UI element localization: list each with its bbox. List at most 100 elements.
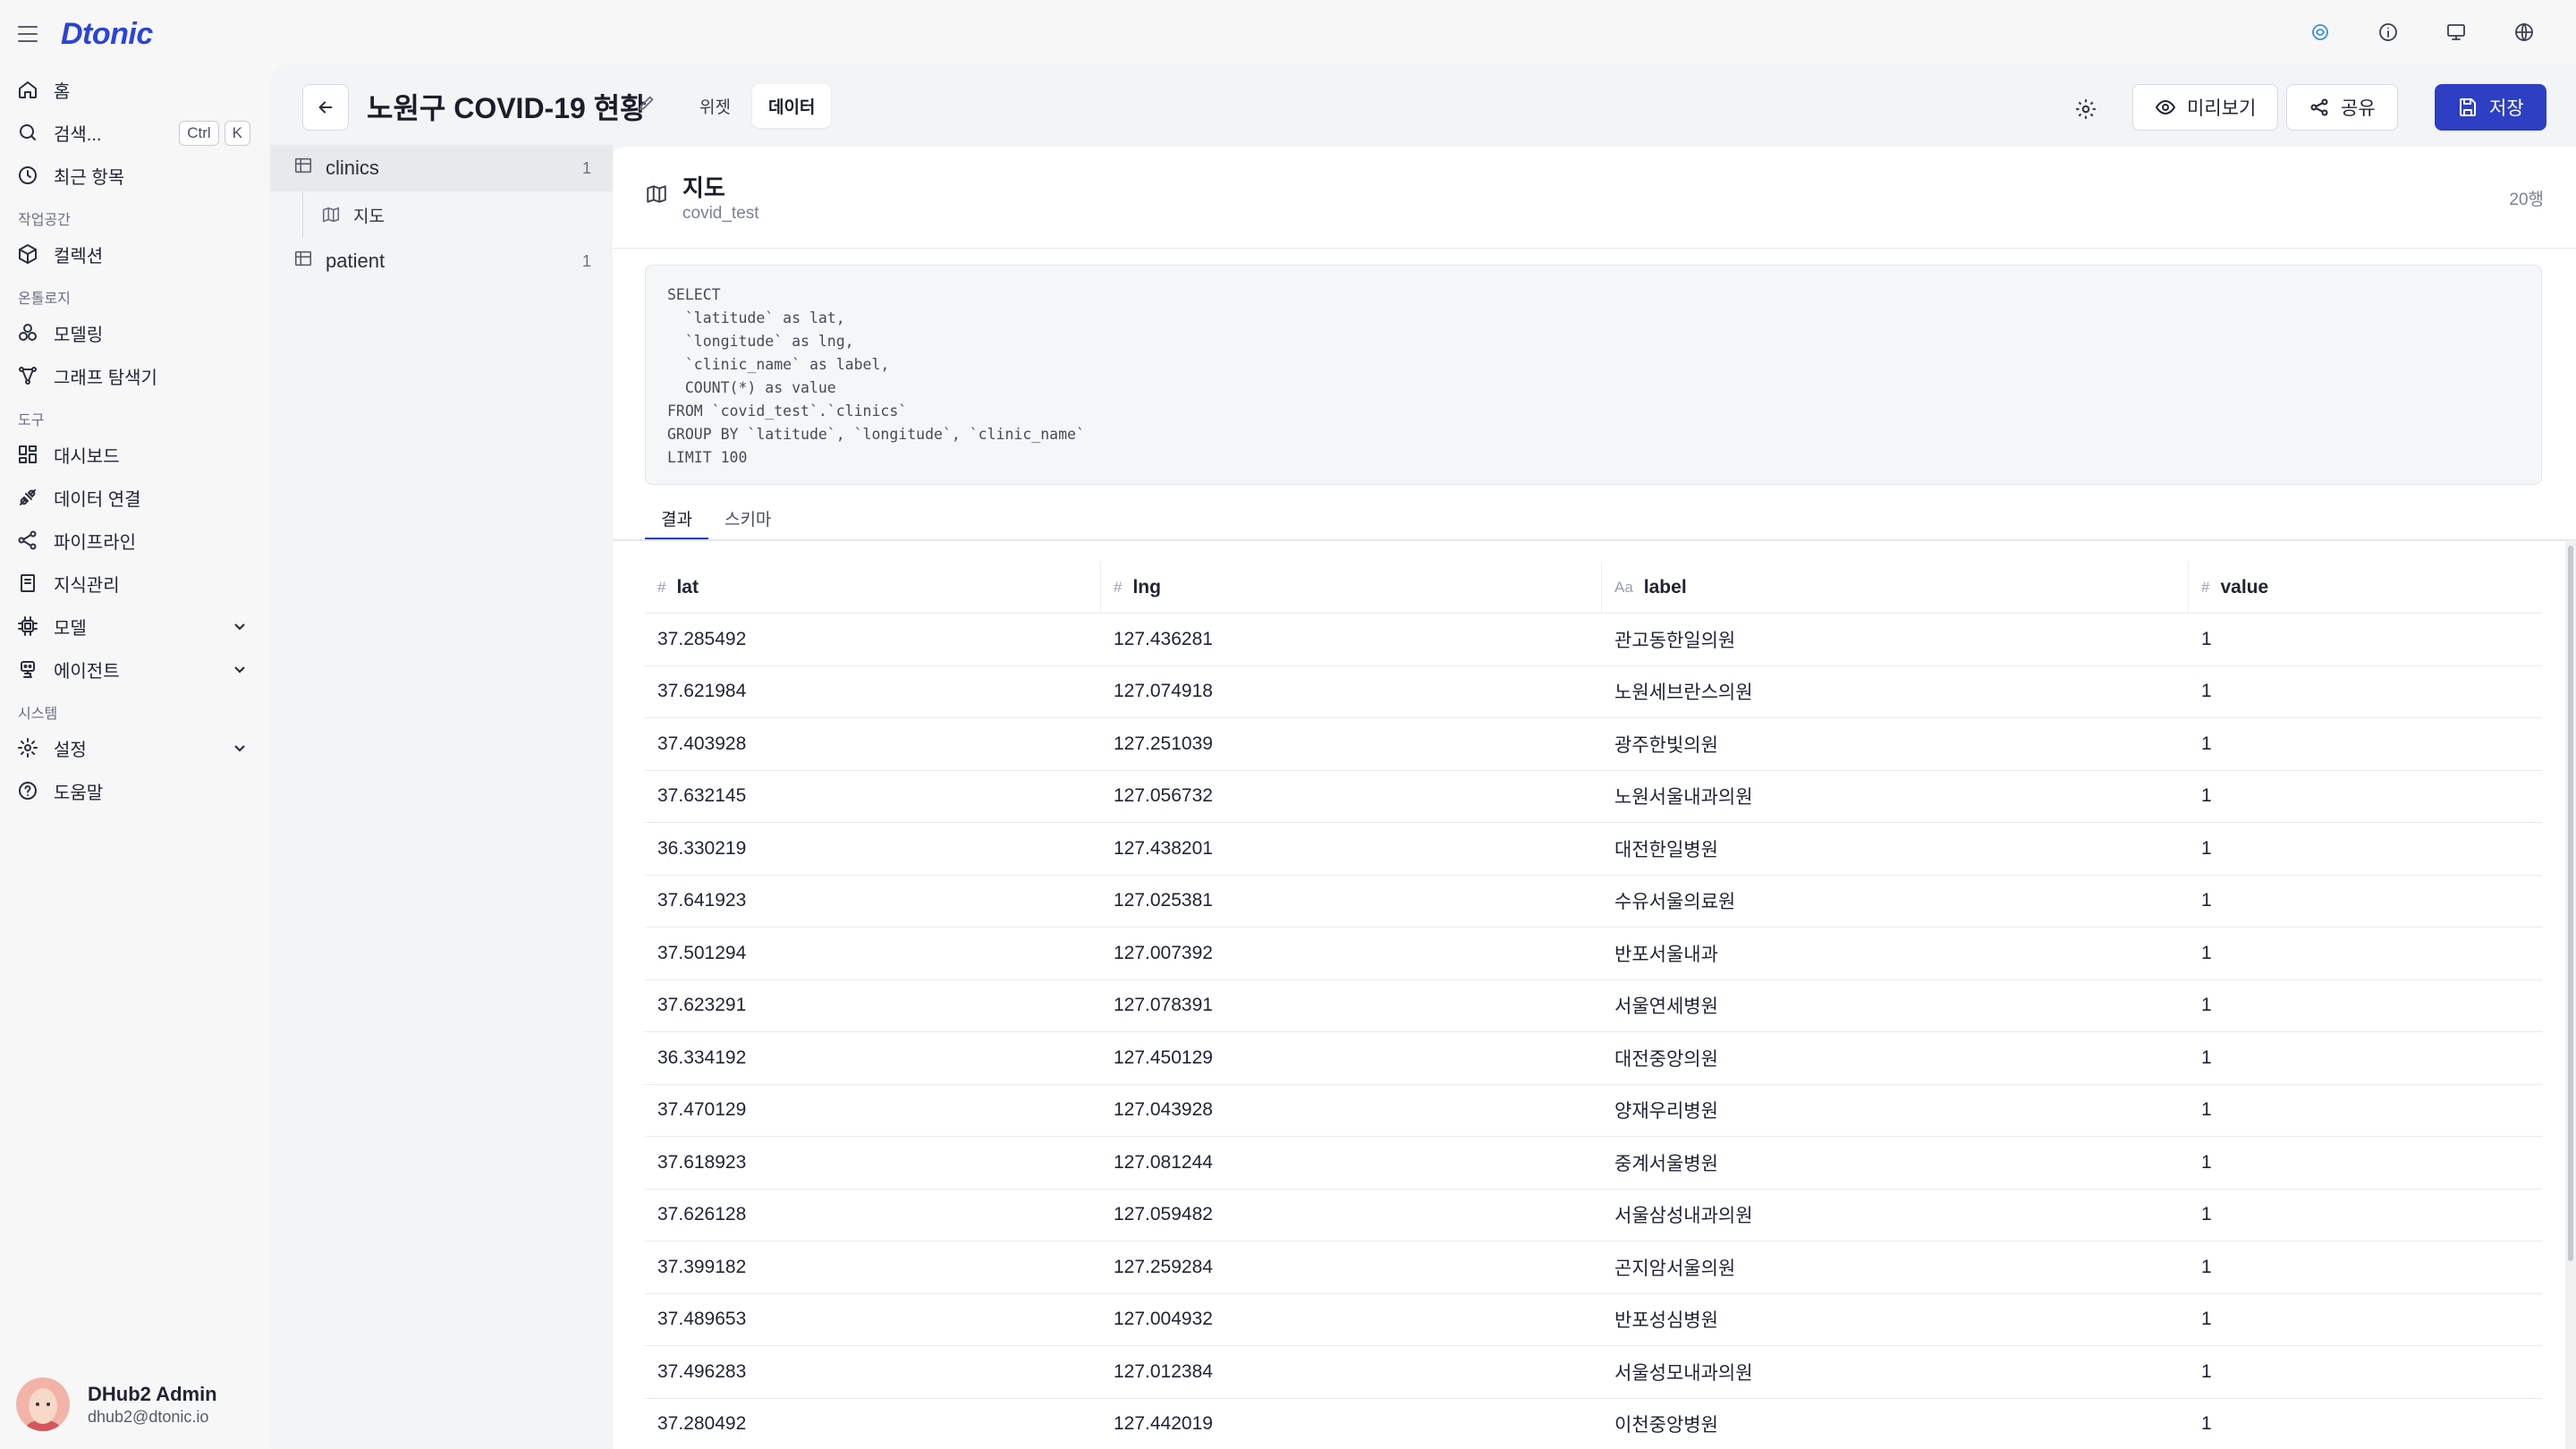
table-cell-value: 1 [2201, 1099, 2212, 1121]
table-cell-lng: 127.442019 [1114, 1413, 1213, 1435]
table-cell-lat: 36.334192 [657, 1046, 747, 1068]
avatar [16, 1377, 70, 1431]
page-title: 노원구 COVID-19 현황 [367, 92, 647, 124]
table-body: 37.285492 127.436281 관고동한일의원 1 37.621984 127.… [645, 614, 2542, 1449]
row-count: 20행 [2509, 191, 2544, 209]
editor-header: 노원구 COVID-19 현황 위젯 데이터 미리보기 공유 저장 [270, 64, 2576, 145]
scrollbar-thumb[interactable] [2568, 546, 2573, 1261]
back-button[interactable] [302, 84, 349, 131]
sidebar-item-graph-explorer[interactable]: 그래프 탐색기 [0, 354, 270, 397]
result-table: # lat # lng Aa label # value 37.285492 127.43… [645, 562, 2542, 1449]
sidebar-item-data-connection[interactable]: 데이터 연결 [0, 476, 270, 519]
table-row[interactable]: 36.330219 127.438201 대전한일병원 1 [645, 823, 2542, 876]
column-header-label[interactable]: Aa label [1602, 562, 2189, 613]
tab-schema[interactable]: 스키마 [708, 497, 787, 540]
mode-tabs: 위젯 데이터 [683, 84, 832, 128]
editor-main: 노원구 COVID-19 현황 위젯 데이터 미리보기 공유 저장 clinic… [270, 64, 2576, 1449]
globe-icon[interactable] [2508, 16, 2540, 48]
sidebar-item-agent[interactable]: 에이전트 [0, 648, 270, 691]
table-row[interactable]: 37.626128 127.059482 서울삼성내과의원 1 [645, 1190, 2542, 1241]
table-row[interactable]: 37.632145 127.056732 노원서울내과의원 1 [645, 771, 2542, 823]
sidebar-item-label: 검색... [54, 124, 102, 145]
table-cell-label: 서울성모내과의원 [1614, 1362, 1753, 1384]
tab-data[interactable]: 데이터 [751, 84, 832, 128]
cpu-icon [16, 614, 39, 638]
table-row[interactable]: 37.489653 127.004932 반포성심병원 1 [645, 1294, 2542, 1346]
share-button[interactable]: 공유 [2286, 84, 2398, 131]
preview-button[interactable]: 미리보기 [2132, 84, 2279, 131]
table-row[interactable]: 36.334192 127.450129 대전중앙의원 1 [645, 1032, 2542, 1085]
sidebar-item-pipeline[interactable]: 파이프라인 [0, 519, 270, 562]
ai-assistant-icon[interactable] [2304, 16, 2336, 48]
info-icon[interactable] [2372, 16, 2404, 48]
sidebar-item-label: 그래프 탐색기 [54, 368, 157, 388]
edit-title-button[interactable] [637, 93, 660, 116]
gear-icon [16, 736, 39, 759]
table-cell-lng: 127.025381 [1114, 890, 1213, 911]
table-header: # lat # lng Aa label # value [645, 562, 2542, 614]
sidebar-item-modeling[interactable]: 모델링 [0, 311, 270, 354]
table-row[interactable]: 37.280492 127.442019 이천중앙병원 1 [645, 1399, 2542, 1449]
number-type-icon: # [2201, 578, 2210, 596]
monitor-icon[interactable] [2440, 16, 2472, 48]
table-cell-lat: 37.489653 [657, 1309, 747, 1330]
column-header-lng[interactable]: # lng [1101, 562, 1602, 613]
save-button[interactable]: 저장 [2435, 84, 2546, 131]
chevron-down-icon[interactable] [231, 617, 249, 635]
table-row[interactable]: 37.399182 127.259284 곤지암서울의원 1 [645, 1241, 2542, 1294]
sidebar-item-label: 지식관리 [54, 575, 120, 596]
sidebar-item-label: 도움말 [54, 783, 104, 803]
sidebar-item-home[interactable]: 홈 [0, 68, 270, 111]
chevron-down-icon[interactable] [231, 739, 249, 757]
datasource-patient[interactable]: patient 1 [270, 238, 613, 284]
user-profile[interactable]: DHub2 Admin dhub2@dtonic.io [16, 1377, 217, 1431]
dataset-map[interactable]: 지도 [302, 191, 613, 238]
table-row[interactable]: 37.403928 127.251039 광주한빛의원 1 [645, 718, 2542, 771]
table-scrollbar[interactable] [2565, 540, 2576, 1449]
table-row[interactable]: 37.623291 127.078391 서울연세병원 1 [645, 980, 2542, 1032]
table-cell-label: 서울삼성내과의원 [1614, 1206, 1753, 1227]
dataset-header: 지도 covid_test 20행 [613, 147, 2576, 249]
datasource-name: clinics [326, 157, 379, 179]
datasource-clinics[interactable]: clinics 1 [270, 145, 613, 191]
sidebar-item-settings[interactable]: 설정 [0, 726, 270, 769]
table-cell-label: 양재우리병원 [1614, 1101, 1718, 1123]
datasource-count: 1 [581, 158, 591, 177]
table-row[interactable]: 37.496283 127.012384 서울성모내과의원 1 [645, 1346, 2542, 1399]
sidebar-item-search[interactable]: 검색... Ctrl K [0, 111, 270, 154]
sidebar-item-label: 파이프라인 [54, 532, 136, 553]
hamburger-menu-icon[interactable] [18, 26, 38, 42]
logo[interactable]: Dtonic [61, 17, 153, 52]
column-header-value[interactable]: # value [2189, 562, 2542, 613]
search-shortcut: Ctrl K [179, 121, 250, 146]
sidebar-item-collection[interactable]: 컬렉션 [0, 233, 270, 275]
table-row[interactable]: 37.470129 127.043928 양재우리병원 1 [645, 1085, 2542, 1137]
table-cell-lng: 127.078391 [1114, 995, 1213, 1016]
sidebar-item-recent[interactable]: 최근 항목 [0, 154, 270, 197]
table-row[interactable]: 37.621984 127.074918 노원세브란스의원 1 [645, 666, 2542, 718]
tab-widget[interactable]: 위젯 [683, 84, 747, 128]
share-icon [2310, 98, 2328, 116]
tab-results[interactable]: 결과 [645, 497, 708, 540]
sidebar-item-label: 최근 항목 [54, 167, 125, 188]
table-row[interactable]: 37.501294 127.007392 반포서울내과 1 [645, 928, 2542, 980]
table-row[interactable]: 37.618923 127.081244 중계서울병원 1 [645, 1137, 2542, 1190]
chevron-down-icon[interactable] [231, 660, 249, 678]
graph-icon [16, 364, 39, 387]
table-cell-label: 광주한빛의원 [1614, 734, 1718, 756]
section-system: 시스템 [18, 707, 58, 722]
table-cell-label: 대전한일병원 [1614, 839, 1718, 860]
number-type-icon: # [657, 578, 666, 596]
sidebar-item-model[interactable]: 모델 [0, 605, 270, 648]
table-row[interactable]: 37.641923 127.025381 수유서울의료원 1 [645, 876, 2542, 928]
settings-button[interactable] [2068, 91, 2104, 127]
sql-query-editor[interactable]: SELECT `latitude` as lat, `longitude` as… [645, 265, 2542, 485]
sidebar-item-knowledge[interactable]: 지식관리 [0, 562, 270, 605]
dataset-title: 지도 [682, 174, 725, 201]
sidebar-header: Dtonic [0, 0, 270, 68]
table-row[interactable]: 37.285492 127.436281 관고동한일의원 1 [645, 614, 2542, 666]
table-cell-lat: 37.399182 [657, 1256, 747, 1277]
sidebar-item-dashboard[interactable]: 대시보드 [0, 433, 270, 476]
sidebar-item-help[interactable]: 도움말 [0, 769, 270, 812]
column-header-lat[interactable]: # lat [645, 562, 1101, 613]
